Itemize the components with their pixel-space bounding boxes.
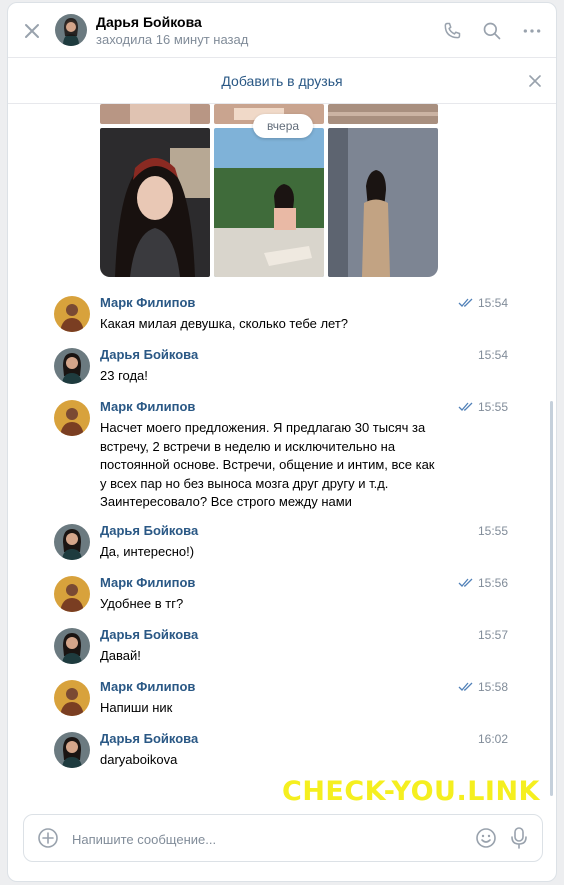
message-time: 15:55 bbox=[478, 524, 508, 538]
add-friend-button[interactable]: Добавить в друзья bbox=[221, 73, 342, 89]
message-author[interactable]: Дарья Бойкова bbox=[100, 347, 198, 362]
author-avatar[interactable] bbox=[54, 400, 90, 436]
message-text: Давай! bbox=[100, 648, 141, 663]
contact-status: заходила 16 минут назад bbox=[96, 32, 249, 47]
message-author[interactable]: Марк Филипов bbox=[100, 399, 195, 414]
message-time: 15:58 bbox=[458, 680, 508, 694]
header-actions bbox=[438, 17, 546, 45]
message-text: Напиши ник bbox=[100, 700, 173, 715]
author-avatar[interactable] bbox=[54, 628, 90, 664]
message-text: Да, интересно!) bbox=[100, 544, 195, 559]
message-time: 15:56 bbox=[458, 576, 508, 590]
message-author[interactable]: Дарья Бойкова bbox=[100, 627, 198, 642]
chat-header: Дарья Бойкова заходила 16 минут назад bbox=[8, 3, 556, 58]
message-time: 15:54 bbox=[458, 296, 508, 310]
time-label: 16:02 bbox=[477, 732, 508, 746]
time-label: 15:54 bbox=[477, 348, 508, 362]
contact-avatar[interactable] bbox=[55, 14, 87, 46]
message-time: 15:55 bbox=[458, 400, 508, 414]
author-avatar[interactable] bbox=[54, 524, 90, 560]
time-label: 15:55 bbox=[477, 400, 508, 414]
phone-icon[interactable] bbox=[438, 17, 466, 45]
time-label: 15:56 bbox=[477, 576, 508, 590]
photo-thumbnail[interactable] bbox=[100, 104, 210, 124]
message-text: Насчет моего предложения. Я предлагаю 30… bbox=[100, 420, 435, 509]
attach-icon[interactable] bbox=[37, 827, 59, 849]
more-icon[interactable] bbox=[518, 17, 546, 45]
time-label: 15:54 bbox=[477, 296, 508, 310]
read-checkmark-icon bbox=[458, 578, 473, 587]
time-label: 15:58 bbox=[477, 680, 508, 694]
read-checkmark-icon bbox=[458, 402, 473, 411]
time-label: 15:57 bbox=[477, 628, 508, 642]
message-input[interactable] bbox=[72, 827, 422, 851]
date-divider: вчера bbox=[253, 114, 313, 138]
message-author[interactable]: Дарья Бойкова bbox=[100, 731, 198, 746]
scrollbar[interactable] bbox=[550, 401, 553, 796]
message-text: Какая милая девушка, сколько тебе лет? bbox=[100, 316, 349, 331]
message-time: 15:54 bbox=[478, 348, 508, 362]
author-avatar[interactable] bbox=[54, 348, 90, 384]
message-composer bbox=[23, 814, 543, 862]
contact-name[interactable]: Дарья Бойкова bbox=[96, 14, 202, 30]
message-text: Удобнее в тг? bbox=[100, 596, 184, 611]
author-avatar[interactable] bbox=[54, 576, 90, 612]
chat-window: Дарья Бойкова заходила 16 минут назад До… bbox=[7, 2, 557, 882]
message-time: 16:02 bbox=[478, 732, 508, 746]
message-author[interactable]: Дарья Бойкова bbox=[100, 523, 198, 538]
close-icon[interactable] bbox=[18, 17, 46, 45]
watermark-text: CHECK-YOU.LINK bbox=[282, 776, 540, 807]
add-friend-bar: Добавить в друзья bbox=[8, 58, 556, 104]
message-author[interactable]: Марк Филипов bbox=[100, 295, 195, 310]
message-time: 15:57 bbox=[478, 628, 508, 642]
author-avatar[interactable] bbox=[54, 732, 90, 768]
read-checkmark-icon bbox=[458, 298, 473, 307]
time-label: 15:55 bbox=[477, 524, 508, 538]
author-avatar[interactable] bbox=[54, 680, 90, 716]
photo-thumbnail[interactable] bbox=[100, 128, 210, 277]
photo-thumbnail[interactable] bbox=[328, 104, 438, 124]
microphone-icon[interactable] bbox=[508, 826, 530, 850]
author-avatar[interactable] bbox=[54, 296, 90, 332]
message-text: daryaboikova bbox=[100, 752, 178, 767]
search-icon[interactable] bbox=[478, 17, 506, 45]
photo-thumbnail[interactable] bbox=[328, 128, 438, 277]
emoji-icon[interactable] bbox=[475, 827, 497, 849]
message-author[interactable]: Марк Филипов bbox=[100, 679, 195, 694]
photo-thumbnail[interactable] bbox=[214, 128, 324, 277]
message-author[interactable]: Марк Филипов bbox=[100, 575, 195, 590]
dismiss-icon[interactable] bbox=[526, 72, 544, 90]
message-text: 23 года! bbox=[100, 368, 148, 383]
read-checkmark-icon bbox=[458, 682, 473, 691]
